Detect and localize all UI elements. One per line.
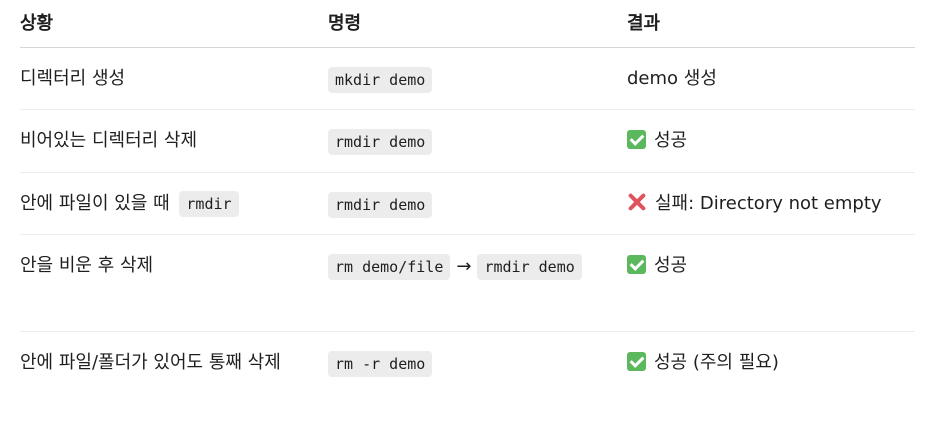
header-command: 명령	[328, 12, 362, 34]
result-cell: demo 생성	[627, 63, 915, 109]
situation-cell: 비어있는 디렉터리 삭제	[20, 130, 198, 151]
header-situation: 상황	[20, 12, 54, 34]
command-code: rmdir demo	[328, 129, 433, 155]
result-text: demo 생성	[627, 68, 717, 89]
cross-icon	[627, 192, 647, 212]
result-cell: 성공	[627, 125, 915, 172]
commands-table: 상황 명령 결과 디렉터리 생성 mkdir demo demo 생성 비어있는…	[20, 0, 915, 425]
command-cell: rm demo/file → rmdir demo	[328, 250, 627, 331]
result-cell: 성공	[627, 250, 915, 331]
situation-cell: 안에 파일이 있을 때 rmdir	[20, 188, 328, 234]
command-code: rm -r demo	[328, 351, 433, 377]
situation-code: rmdir	[179, 191, 239, 217]
result-text: 실패: Directory not empty	[655, 193, 882, 214]
situation-cell: 안에 파일/폴더가 있어도 통째 삭제	[20, 352, 281, 373]
check-icon	[627, 352, 646, 371]
table-row: 비어있는 디렉터리 삭제 rmdir demo 성공	[20, 110, 915, 173]
check-icon	[627, 255, 646, 274]
result-cell: 성공 (주의 필요)	[627, 347, 915, 425]
table-row: 안을 비운 후 삭제 rm demo/file → rmdir demo 성공	[20, 235, 915, 332]
situation-cell: 안을 비운 후 삭제	[20, 255, 154, 276]
result-text: 성공	[654, 255, 688, 276]
command-code-2: rmdir demo	[477, 254, 582, 280]
command-cell: rm -r demo	[328, 347, 627, 425]
table-row: 안에 파일/폴더가 있어도 통째 삭제 rm -r demo 성공 (주의 필요…	[20, 332, 915, 425]
command-code: rmdir demo	[328, 192, 433, 218]
header-result: 결과	[627, 12, 661, 34]
table-header: 상황 명령 결과	[20, 0, 915, 48]
command-code-1: rm demo/file	[328, 254, 451, 280]
situation-cell: 디렉터리 생성	[20, 68, 126, 89]
result-cell: 실패: Directory not empty	[627, 188, 915, 234]
check-icon	[627, 130, 646, 149]
table-row: 디렉터리 생성 mkdir demo demo 생성	[20, 48, 915, 110]
result-text: 성공 (주의 필요)	[654, 352, 779, 373]
command-cell: mkdir demo	[328, 63, 627, 109]
table-row: 안에 파일이 있을 때 rmdir rmdir demo 실패: Directo…	[20, 173, 915, 235]
command-cell: rmdir demo	[328, 188, 627, 234]
arrow-icon: →	[456, 256, 472, 277]
command-cell: rmdir demo	[328, 125, 627, 172]
result-text: 성공	[654, 130, 688, 151]
command-code: mkdir demo	[328, 67, 433, 93]
situation-text: 안에 파일이 있을 때	[20, 193, 170, 214]
